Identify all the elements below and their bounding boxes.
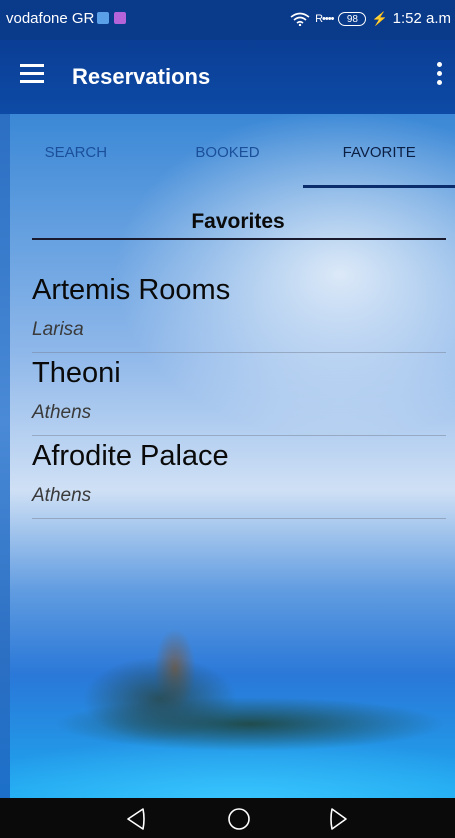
hotel-city: Athens [32, 485, 92, 506]
clock: 1:52 a.m [392, 10, 451, 27]
signal-icon: R•••• [315, 12, 334, 25]
status-bar: vodafone GR R•••• 98 ⚡ 1:52 a.m [0, 0, 455, 40]
divider [32, 238, 446, 240]
tab-booked[interactable]: BOOKED [152, 114, 304, 188]
notification-icon [97, 12, 109, 24]
screen: vodafone GR R•••• 98 ⚡ 1:52 a.m Reservat… [0, 0, 455, 838]
favorites-list: Artemis Rooms Larisa Theoni Athens Afrod… [32, 270, 446, 519]
home-icon[interactable] [226, 806, 252, 832]
tab-search[interactable]: SEARCH [0, 114, 152, 188]
status-right-group: R•••• 98 ⚡ 1:52 a.m [290, 10, 451, 27]
favorite-item[interactable]: Artemis Rooms Larisa [32, 270, 446, 353]
more-vert-icon[interactable] [435, 62, 443, 86]
favorite-item[interactable]: Theoni Athens [32, 353, 446, 436]
battery-icon: 98 [338, 11, 367, 26]
tab-favorite[interactable]: FAVORITE [303, 114, 455, 188]
roaming-label: R [315, 12, 323, 25]
hotel-name: Artemis Rooms [32, 274, 231, 306]
tab-bar: SEARCH BOOKED FAVORITE [0, 114, 455, 188]
background-strip [0, 114, 10, 798]
app-bar: Reservations [0, 40, 455, 114]
hotel-city: Larisa [32, 319, 84, 340]
wifi-icon [290, 12, 310, 26]
back-icon[interactable] [123, 806, 149, 832]
hotel-name: Afrodite Palace [32, 440, 229, 472]
carrier-label: vodafone GR [6, 10, 95, 27]
page-title: Reservations [72, 64, 211, 89]
charging-icon: ⚡ [371, 10, 388, 26]
notification-icon [114, 12, 126, 24]
system-nav-bar [0, 798, 455, 838]
hotel-name: Theoni [32, 357, 121, 389]
hotel-city: Athens [32, 402, 92, 423]
favorites-heading: Favorites [191, 210, 285, 233]
favorite-item[interactable]: Afrodite Palace Athens [32, 436, 446, 519]
recent-apps-icon[interactable] [326, 806, 352, 832]
hamburger-menu-icon[interactable] [20, 64, 44, 84]
